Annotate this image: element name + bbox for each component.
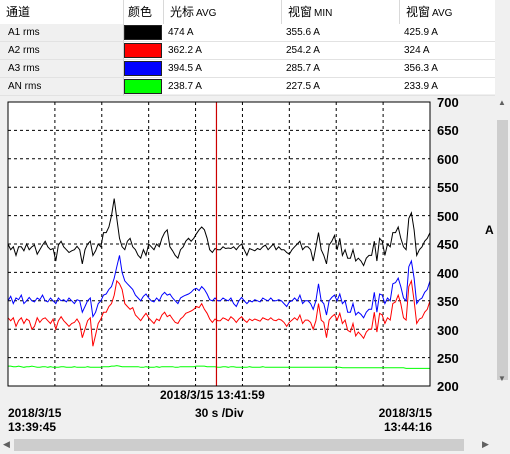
window-min-value: 254.2 A <box>282 42 400 60</box>
scroll-right-icon[interactable]: ▶ <box>482 439 489 450</box>
vertical-scrollbar[interactable]: ▲ ▼ <box>495 94 510 436</box>
header-channel-label: 通道 <box>6 5 31 19</box>
header-cursor-avg-label: 光标 <box>170 5 195 19</box>
y-tick-label: 550 <box>437 180 459 195</box>
y-tick-label: 650 <box>437 123 459 138</box>
window-min-value: 355.6 A <box>282 24 400 42</box>
cursor-avg-value: 474 A <box>164 24 282 42</box>
scroll-up-icon[interactable]: ▲ <box>498 98 506 107</box>
header-window-avg-label: 视窗 <box>406 5 431 19</box>
scrollbar-corner <box>495 436 510 454</box>
window-avg-value: 425.9 A <box>400 24 495 42</box>
table-row-a3[interactable]: A3 rms 394.5 A 285.7 A 356.3 A <box>0 60 495 78</box>
x-division-label: 30 s /Div <box>195 406 244 420</box>
table-header: 通道 颜色 光标 AVG 视窗 MIN 视窗 AVG <box>0 0 495 24</box>
window-min-value: 285.7 A <box>282 60 400 78</box>
cursor-time-label: 2018/3/15 13:41:59 <box>160 388 265 402</box>
y-tick-label: 300 <box>437 323 459 338</box>
color-swatch[interactable] <box>124 25 162 40</box>
window-avg-value: 356.3 A <box>400 60 495 78</box>
x-start-date: 2018/3/15 <box>8 406 62 420</box>
x-end-label: 2018/3/15 13:44:16 <box>370 406 432 434</box>
color-swatch-cell[interactable] <box>124 42 164 60</box>
color-swatch[interactable] <box>124 61 162 76</box>
header-channel[interactable]: 通道 <box>0 0 124 24</box>
y-tick-label: 700 <box>437 95 459 110</box>
color-swatch[interactable] <box>124 79 162 94</box>
y-tick-label: 450 <box>437 237 459 252</box>
y-tick-label: 350 <box>437 294 459 309</box>
header-color[interactable]: 颜色 <box>124 0 164 24</box>
header-window-min-unit: MIN <box>314 8 333 19</box>
trend-chart[interactable] <box>0 94 495 436</box>
header-window-min[interactable]: 视窗 MIN <box>282 0 400 24</box>
y-axis-unit: A <box>485 223 494 237</box>
color-swatch-cell[interactable] <box>124 60 164 78</box>
header-window-avg-unit: AVG <box>432 8 453 19</box>
y-tick-label: 400 <box>437 266 459 281</box>
y-tick-label: 600 <box>437 152 459 167</box>
window-avg-value: 324 A <box>400 42 495 60</box>
color-swatch-cell[interactable] <box>124 24 164 42</box>
x-start-label: 2018/3/15 13:39:45 <box>8 406 61 434</box>
horizontal-scroll-thumb[interactable] <box>14 439 464 451</box>
header-window-min-label: 视窗 <box>288 5 313 19</box>
horizontal-scrollbar[interactable]: ◀ ▶ <box>0 436 495 454</box>
header-color-label: 颜色 <box>128 5 153 19</box>
table-row-a2[interactable]: A2 rms 362.2 A 254.2 A 324 A <box>0 42 495 60</box>
y-tick-label: 250 <box>437 351 459 366</box>
y-tick-label: 500 <box>437 209 459 224</box>
row-name: A3 rms <box>0 60 124 78</box>
row-name: A1 rms <box>0 24 124 42</box>
y-tick-label: 200 <box>437 379 459 394</box>
x-start-time: 13:39:45 <box>8 420 57 434</box>
scroll-left-icon[interactable]: ◀ <box>3 439 10 450</box>
cursor-avg-value: 394.5 A <box>164 60 282 78</box>
cursor-avg-value: 362.2 A <box>164 42 282 60</box>
channel-table: 通道 颜色 光标 AVG 视窗 MIN 视窗 AVG A1 rms 474 A 355… <box>0 0 495 96</box>
vertical-scroll-thumb[interactable] <box>497 120 508 380</box>
header-cursor-avg-unit: AVG <box>196 8 217 19</box>
row-name: A2 rms <box>0 42 124 60</box>
header-window-avg[interactable]: 视窗 AVG <box>400 0 495 24</box>
x-end-date: 2018/3/15 <box>378 406 432 420</box>
scroll-down-icon[interactable]: ▼ <box>498 374 506 383</box>
x-end-time: 13:44:16 <box>383 420 432 434</box>
header-cursor-avg[interactable]: 光标 AVG <box>164 0 282 24</box>
color-swatch[interactable] <box>124 43 162 58</box>
table-row-a1[interactable]: A1 rms 474 A 355.6 A 425.9 A <box>0 24 495 42</box>
